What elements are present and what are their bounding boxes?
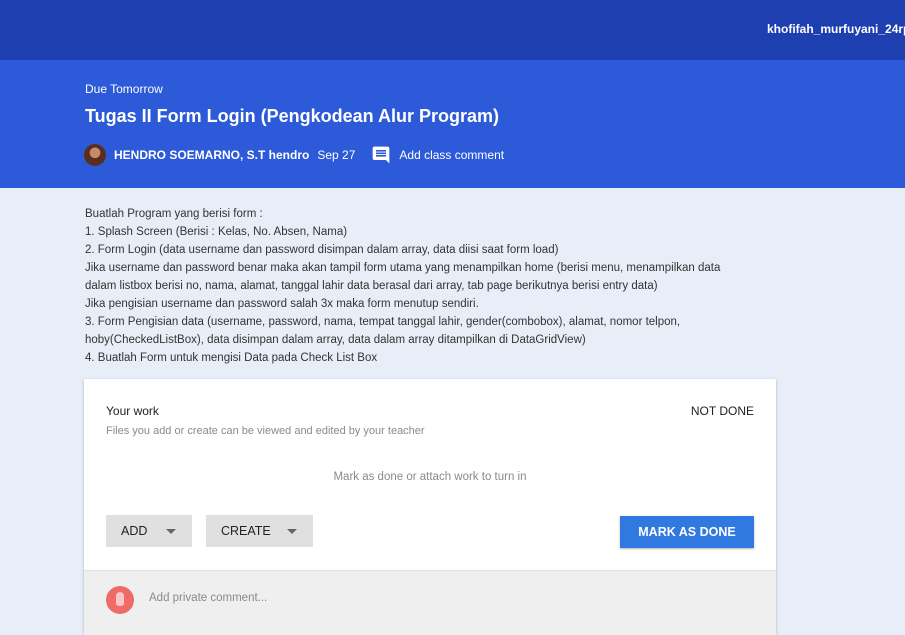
your-work-heading: Your work: [106, 404, 159, 418]
instruction-line: dalam listbox berisi no, nama, alamat, t…: [85, 280, 658, 292]
work-hint: Files you add or create can be viewed an…: [106, 425, 425, 437]
add-button[interactable]: ADD: [106, 515, 192, 547]
create-button-label: CREATE: [221, 524, 271, 538]
assignment-instructions: Buatlah Program yang berisi form : 1. Sp…: [85, 205, 765, 367]
instruction-line: Buatlah Program yang berisi form :: [85, 208, 263, 220]
mark-as-done-button[interactable]: MARK AS DONE: [620, 516, 754, 548]
private-comment-input[interactable]: Add private comment...: [149, 592, 267, 604]
due-label: Due Tomorrow: [85, 82, 163, 96]
post-date: Sep 27: [317, 148, 356, 162]
your-work-card: Your work NOT DONE Files you add or crea…: [84, 379, 776, 635]
top-app-bar: khofifah_murfuyani_24rpl@: [0, 0, 905, 60]
user-account-name[interactable]: khofifah_murfuyani_24rpl@: [767, 22, 905, 36]
instruction-line: Jika username dan password benar maka ak…: [85, 262, 721, 274]
private-comment-section: Add private comment...: [84, 570, 776, 635]
teacher-name: HENDRO SOEMARNO, S.T hendro: [114, 148, 310, 162]
instruction-line: 2. Form Login (data username dan passwor…: [85, 244, 559, 256]
instruction-line: 1. Splash Screen (Berisi : Kelas, No. Ab…: [85, 226, 348, 238]
add-class-comment-link[interactable]: Add class comment: [399, 148, 504, 162]
dropdown-caret-icon: [166, 529, 176, 534]
student-avatar: [106, 586, 134, 614]
assignment-meta: HENDRO SOEMARNO, S.T hendro Sep 27 Add c…: [84, 144, 504, 166]
instruction-line: hoby(CheckedListBox), data disimpan dala…: [85, 334, 586, 346]
assignment-header: Due Tomorrow Tugas II Form Login (Pengko…: [0, 60, 905, 188]
work-status: NOT DONE: [690, 404, 754, 418]
turn-in-hint: Mark as done or attach work to turn in: [333, 471, 527, 483]
comment-icon[interactable]: [371, 145, 391, 165]
instruction-line: 3. Form Pengisian data (username, passwo…: [85, 316, 681, 328]
instruction-line: 4. Buatlah Form untuk mengisi Data pada …: [85, 352, 378, 364]
create-button[interactable]: CREATE: [206, 515, 313, 547]
dropdown-caret-icon: [287, 529, 297, 534]
teacher-avatar: [84, 144, 106, 166]
instruction-line: Jika pengisian username dan password sal…: [85, 298, 479, 310]
assignment-title: Tugas II Form Login (Pengkodean Alur Pro…: [85, 106, 500, 126]
add-button-label: ADD: [121, 524, 148, 538]
